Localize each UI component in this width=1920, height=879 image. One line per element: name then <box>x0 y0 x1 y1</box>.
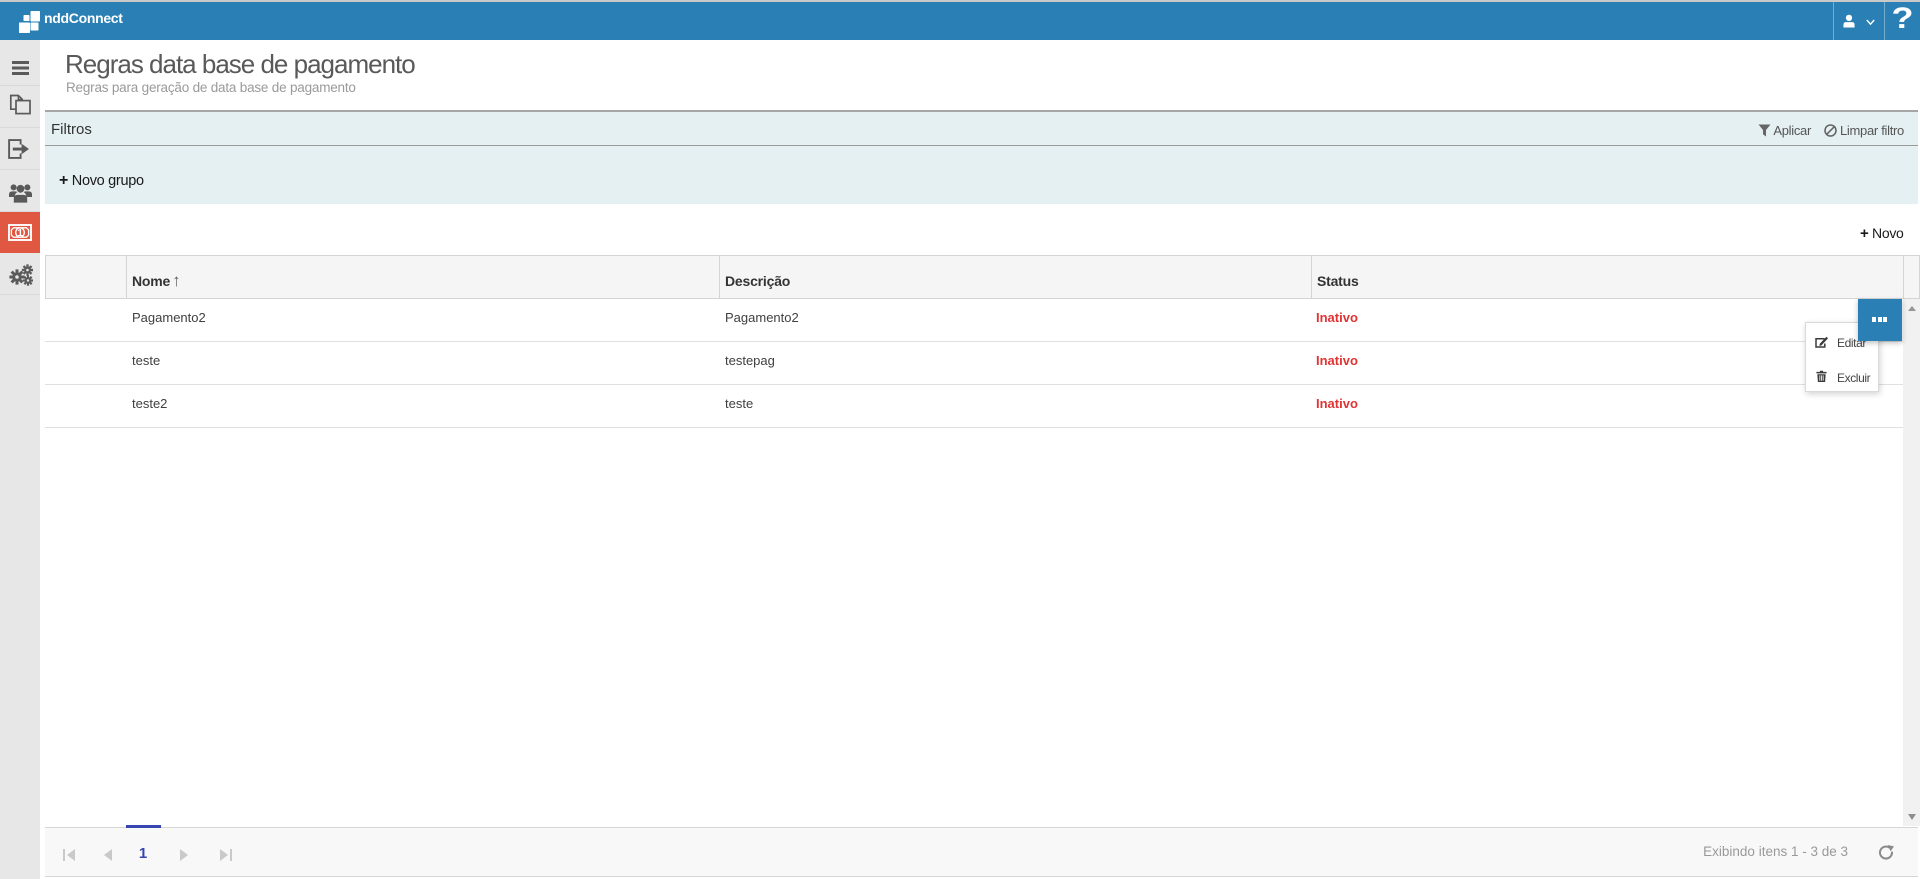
svg-text:1: 1 <box>17 228 23 239</box>
